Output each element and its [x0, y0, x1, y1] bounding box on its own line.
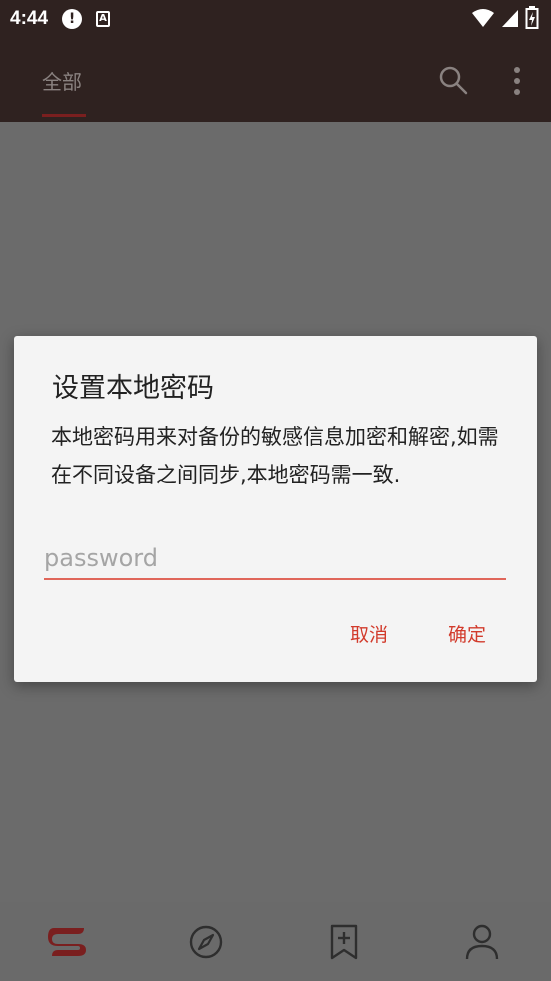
bottom-nav [0, 902, 551, 981]
nav-profile[interactable] [462, 922, 502, 962]
tab-indicator [42, 114, 86, 117]
app-bar: 全部 [0, 38, 551, 122]
dialog-title: 设置本地密码 [52, 373, 214, 404]
explore-icon [189, 925, 223, 959]
dialog-message: 本地密码用来对备份的敏感信息加密和解密,如需在不同设备之间同步,本地密码需一致. [51, 425, 499, 487]
status-indicators [471, 6, 539, 30]
password-input[interactable] [44, 538, 506, 580]
alert-icon: ! [62, 9, 83, 29]
more-vert-icon[interactable] [510, 66, 524, 96]
bookshelf-icon [48, 928, 86, 956]
profile-icon [465, 924, 499, 960]
status-time: 4:44 [10, 8, 49, 29]
bookmark-add-icon [330, 924, 358, 960]
wifi-icon [472, 9, 494, 27]
nav-bookmark[interactable] [324, 922, 364, 962]
cancel-button[interactable]: 取消 [350, 620, 388, 647]
keyboard-a-icon: A [96, 11, 111, 27]
screen: 4:44 ! A 全部 设置本地密码 本地密码用来对备份的敏感信息加密和解密,如… [0, 0, 551, 981]
set-password-dialog: 设置本地密码 本地密码用来对备份的敏感信息加密和解密,如需在不同设备之间同步,本… [14, 336, 537, 682]
nav-explore[interactable] [186, 922, 226, 962]
tab-all[interactable]: 全部 [42, 66, 82, 95]
nav-bookshelf[interactable] [48, 922, 88, 962]
battery-icon [525, 6, 539, 29]
signal-icon [502, 10, 518, 27]
confirm-button[interactable]: 确定 [448, 620, 486, 647]
status-bar: 4:44 ! A [0, 0, 551, 38]
search-icon[interactable] [437, 64, 469, 96]
